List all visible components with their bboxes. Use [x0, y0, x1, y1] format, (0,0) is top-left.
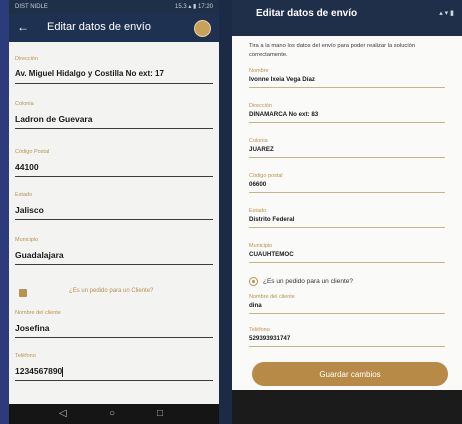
colonia-field[interactable]: Colonia JUAREZ [249, 138, 445, 158]
field-value: 44100 [15, 162, 39, 172]
field-label: Nombre del cliente [15, 310, 61, 316]
field-value: JUAREZ [249, 146, 274, 153]
field-underline [249, 227, 445, 228]
field-label: Código Postal [15, 149, 50, 155]
text-cursor [62, 366, 64, 377]
colonia-field[interactable]: Colonia Ladron de Guevara [15, 101, 213, 129]
client-order-radio-row[interactable]: ¿Es un pedido para un cliente? [249, 277, 449, 289]
field-underline [15, 264, 213, 265]
nav-back-icon[interactable]: ◁ [59, 408, 67, 419]
left-edge-strip [0, 0, 9, 424]
phone-field[interactable]: Teléfono 529393931747 [249, 327, 445, 347]
page-title: Editar datos de envío [256, 8, 358, 19]
status-right-text: 15.3 ▴ ▮ 17:20 [174, 4, 213, 10]
field-label: Colonia [15, 101, 34, 107]
intro-text: Tira a la mano los datos del envío para … [249, 43, 416, 58]
field-underline [15, 380, 213, 381]
field-label: Estado [15, 192, 33, 198]
field-value: Distrito Federal [249, 216, 295, 223]
state-field[interactable]: Estado Jalisco [15, 192, 213, 220]
status-bar: DIST NIDLE 15.3 ▴ ▮ 17:20 [9, 0, 219, 14]
app-bar: ← Editar datos de envío [9, 14, 219, 42]
field-underline [249, 122, 445, 123]
nav-home-icon[interactable]: ○ [109, 408, 115, 419]
status-icons: ▴ ▾ ▮ [439, 10, 454, 17]
page-title: Editar datos de envío [47, 21, 151, 33]
field-value: DINAMARCA No ext: 83 [249, 111, 319, 118]
field-value: CUAUHTEMOC [249, 251, 294, 258]
client-order-checkbox-row[interactable]: ¿Es un pedido para un Cliente? [19, 287, 209, 301]
field-underline [15, 219, 213, 220]
field-value: Guadalajara [15, 250, 64, 260]
field-value: Av. Miguel Hidalgo y Costilla No ext: 17 [15, 69, 164, 78]
nav-recents-icon[interactable]: □ [157, 408, 163, 419]
field-label: Código postal [249, 173, 283, 179]
bottom-bar [232, 390, 462, 424]
back-arrow-icon[interactable]: ← [17, 20, 29, 34]
postal-code-field[interactable]: Código postal 06600 [249, 173, 445, 193]
field-label: Colonia [249, 138, 268, 144]
postal-code-field[interactable]: Código Postal 44100 [15, 149, 213, 177]
field-underline [249, 157, 445, 158]
client-order-radio[interactable] [249, 277, 258, 286]
app-bar: Editar datos de envío ▴ ▾ ▮ [232, 0, 462, 36]
client-name-field[interactable]: Nombre del cliente Josefina [15, 310, 213, 338]
field-value: Josefina [15, 323, 50, 333]
address-field[interactable]: Dirección DINAMARCA No ext: 83 [249, 103, 445, 123]
municipality-field[interactable]: Municipio Guadalajara [15, 237, 213, 265]
field-label: Estado [249, 208, 267, 214]
field-label: Municipio [15, 237, 39, 243]
client-order-question: ¿Es un pedido para un Cliente? [69, 288, 154, 294]
field-underline [15, 176, 213, 177]
field-label: Municipio [249, 243, 273, 249]
field-underline [249, 87, 445, 88]
android-nav-bar: ◁ ○ □ [9, 404, 219, 424]
municipality-field[interactable]: Municipio CUAUHTEMOC [249, 243, 445, 263]
client-name-field[interactable]: Nombre del cliente dina [249, 294, 445, 314]
status-left-text: DIST NIDLE [15, 4, 48, 10]
field-underline [15, 83, 213, 84]
left-phone-screen: DIST NIDLE 15.3 ▴ ▮ 17:20 ← Editar datos… [9, 0, 219, 424]
field-label: Nombre del cliente [249, 294, 295, 300]
field-value: Ivonne Ixeia Vega Díaz [249, 76, 316, 83]
field-underline [249, 192, 445, 193]
field-value: dina [249, 302, 262, 309]
field-value: 06600 [249, 181, 267, 188]
right-phone-screen: Editar datos de envío ▴ ▾ ▮ Tira a la ma… [232, 0, 462, 424]
address-field[interactable]: Dirección Av. Miguel Hidalgo y Costilla … [15, 56, 213, 84]
field-value: Jalisco [15, 205, 44, 215]
field-value: 1234567890 [15, 366, 63, 376]
save-changes-button[interactable]: Guardar cambios [252, 362, 448, 386]
field-underline [249, 313, 445, 314]
name-field[interactable]: Nombre Ivonne Ixeia Vega Díaz [249, 68, 445, 88]
avatar[interactable] [194, 20, 211, 37]
field-label: Teléfono [249, 327, 270, 333]
field-label: Dirección [15, 56, 38, 62]
screen-divider [219, 0, 232, 424]
field-underline [249, 262, 445, 263]
field-value: 529393931747 [249, 335, 291, 342]
field-underline [15, 337, 213, 338]
field-label: Teléfono [15, 353, 36, 359]
field-value: Ladron de Guevara [15, 114, 93, 124]
field-label: Nombre [249, 68, 269, 74]
state-field[interactable]: Estado Distrito Federal [249, 208, 445, 228]
client-order-checkbox[interactable] [19, 289, 27, 297]
phone-field[interactable]: Teléfono 1234567890 [15, 353, 213, 381]
field-underline [15, 128, 213, 129]
client-order-question: ¿Es un pedido para un cliente? [263, 278, 353, 285]
field-label: Dirección [249, 103, 272, 109]
field-value-row: 1234567890 [15, 366, 213, 377]
field-underline [249, 346, 445, 347]
